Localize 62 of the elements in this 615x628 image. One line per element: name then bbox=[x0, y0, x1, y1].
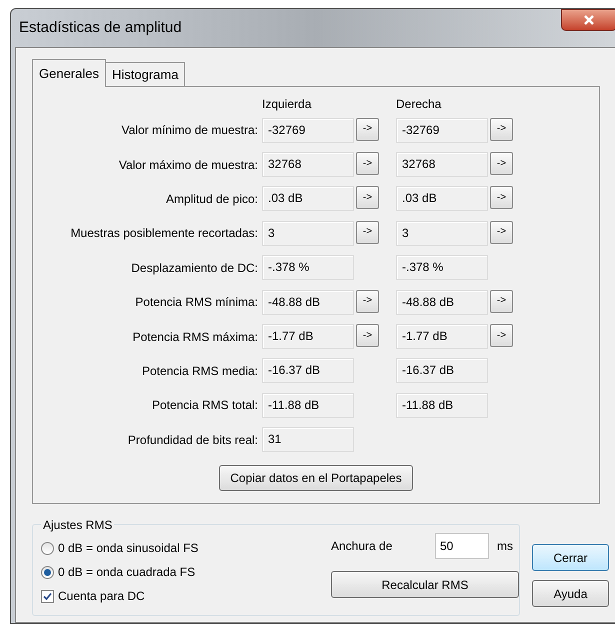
width-input[interactable]: 50 bbox=[435, 533, 489, 559]
value-field: -48.88 dB bbox=[262, 290, 354, 315]
value-field: -32769 bbox=[396, 118, 488, 143]
width-label: Anchura de bbox=[331, 538, 394, 555]
radio-label: 0 dB = onda sinusoidal FS bbox=[58, 540, 198, 557]
value-field: -48.88 dB bbox=[396, 290, 488, 315]
check-icon bbox=[43, 592, 52, 600]
close-icon bbox=[583, 14, 595, 26]
column-header: Derecha bbox=[396, 96, 442, 113]
radio-button[interactable] bbox=[41, 566, 54, 578]
checkbox[interactable] bbox=[41, 590, 54, 602]
value-field: .03 dB bbox=[396, 186, 488, 212]
row-label: Amplitud de pico: bbox=[164, 190, 259, 208]
value-field: 3 bbox=[262, 220, 354, 246]
row-label: Potencia RMS mínima: bbox=[134, 294, 259, 312]
arrow-button[interactable]: -> bbox=[490, 118, 513, 141]
arrow-button[interactable]: -> bbox=[356, 290, 379, 313]
value-field: .03 dB bbox=[262, 186, 354, 212]
checkbox-label: Cuenta para DC bbox=[58, 588, 145, 605]
row-label: Valor máximo de muestra: bbox=[118, 156, 259, 174]
window-title: Estadísticas de amplitud bbox=[18, 18, 182, 38]
value-field: 3 bbox=[396, 220, 488, 246]
arrow-button[interactable]: -> bbox=[490, 324, 513, 348]
arrow-button[interactable]: -> bbox=[490, 290, 513, 313]
radio-label: 0 dB = onda cuadrada FS bbox=[58, 564, 196, 581]
dialog-button[interactable]: Ayuda bbox=[532, 580, 609, 607]
unit-label: ms bbox=[497, 538, 513, 555]
value-field: 32768 bbox=[262, 152, 354, 178]
close-button[interactable] bbox=[561, 9, 615, 31]
column-header: Izquierda bbox=[262, 96, 312, 113]
row-label: Potencia RMS total: bbox=[150, 397, 259, 414]
arrow-button[interactable]: -> bbox=[356, 324, 379, 348]
value-field: -11.88 dB bbox=[396, 392, 488, 418]
copy-button[interactable]: Copiar datos en el Portapapeles bbox=[219, 464, 413, 491]
value-field: -11.88 dB bbox=[262, 392, 354, 418]
value-field: -16.37 dB bbox=[262, 358, 354, 384]
row-label: Muestras posiblemente recortadas: bbox=[70, 225, 259, 242]
arrow-button[interactable]: -> bbox=[490, 152, 513, 176]
row-label: Potencia RMS media: bbox=[140, 362, 259, 380]
arrow-button[interactable]: -> bbox=[490, 220, 513, 244]
arrow-button[interactable]: -> bbox=[356, 152, 379, 176]
tab[interactable]: Histograma bbox=[106, 62, 186, 86]
value-field: 32768 bbox=[396, 152, 488, 178]
arrow-button[interactable]: -> bbox=[356, 186, 379, 210]
value-field: -16.37 dB bbox=[396, 358, 488, 384]
row-label: Potencia RMS máxima: bbox=[132, 328, 259, 346]
radio-button[interactable] bbox=[41, 542, 54, 554]
value-field: -1.77 dB bbox=[262, 324, 354, 350]
tab[interactable]: Generales bbox=[32, 59, 106, 87]
value-field: -.378 % bbox=[396, 255, 488, 280]
arrow-button[interactable]: -> bbox=[356, 118, 379, 141]
row-label: Valor mínimo de muestra: bbox=[120, 122, 259, 140]
row-label: Profundidad de bits real: bbox=[126, 432, 259, 449]
dialog-button[interactable]: Cerrar bbox=[532, 544, 609, 571]
value-field: 31 bbox=[262, 427, 354, 452]
value-field: -1.77 dB bbox=[396, 324, 488, 350]
recalculate-button[interactable]: Recalcular RMS bbox=[331, 571, 519, 598]
arrow-button[interactable]: -> bbox=[490, 186, 513, 210]
arrow-button[interactable]: -> bbox=[356, 220, 379, 244]
value-field: -32769 bbox=[262, 118, 354, 143]
value-field: -.378 % bbox=[262, 255, 354, 280]
row-label: Desplazamiento de DC: bbox=[130, 260, 259, 277]
